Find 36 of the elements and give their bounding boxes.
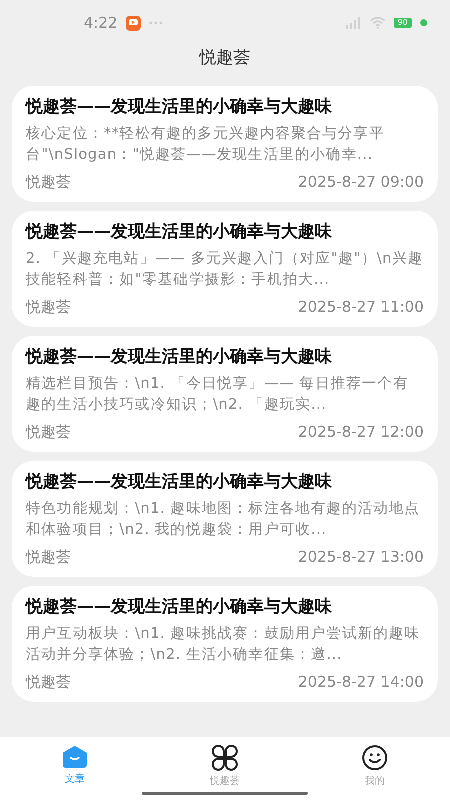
article-summary: 特色功能规划：\n1. 趣味地图：标注各地有趣的活动地点和体验项目；\n2. 我的悦趣袋：用户可收... — [26, 500, 422, 540]
more-icon — [148, 21, 163, 25]
article-summary: 2. 「兴趣充电站」—— 多元兴趣入门（对应"趣"）\n兴趣技能轻科普：如"零基础学摄影：手机拍大... — [26, 250, 424, 290]
article-source: 悦趣荟 — [26, 298, 71, 317]
article-title: 悦趣荟——发现生活里的小确幸与大趣味 — [26, 471, 333, 494]
article-title: 悦趣荟——发现生活里的小确幸与大趣味 — [26, 96, 333, 119]
article-time: 2025-8-27 12:00 — [298, 423, 424, 442]
article-card[interactable]: 悦趣荟——发现生活里的小确幸与大趣味 特色功能规划：\n1. 趣味地图：标注各地有趣的活动地点和体验项目；\n2. 我的悦趣袋：用户可收... 悦趣荟 2025-8-27 13:00 — [12, 461, 438, 577]
article-time: 2025-8-27 11:00 — [298, 298, 424, 317]
article-time: 2025-8-27 13:00 — [298, 548, 424, 567]
article-title: 悦趣荟——发现生活里的小确幸与大趣味 — [26, 596, 333, 619]
article-card[interactable]: 悦趣荟——发现生活里的小确幸与大趣味 2. 「兴趣充电站」—— 多元兴趣入门（对应"趣"）\n兴趣技能轻科普：如"零基础学摄影：手机拍大... 悦趣荟 2025-8-27 11:00 — [12, 211, 438, 327]
signal-icon — [346, 17, 362, 29]
smile-icon — [362, 745, 388, 771]
article-source: 悦趣荟 — [26, 673, 71, 692]
home-icon — [62, 745, 88, 769]
article-time: 2025-8-27 14:00 — [298, 673, 424, 692]
clover-icon — [212, 745, 238, 771]
article-source: 悦趣荟 — [26, 548, 71, 567]
article-time: 2025-8-27 09:00 — [298, 173, 424, 192]
clock: 4:22 — [84, 14, 118, 32]
article-source: 悦趣荟 — [26, 173, 71, 192]
article-title: 悦趣荟——发现生活里的小确幸与大趣味 — [26, 221, 333, 244]
app-icon — [126, 16, 141, 30]
page-title: 悦趣荟 — [200, 47, 250, 69]
article-summary: 核心定位：**轻松有趣的多元兴趣内容聚合与分享平台"\nSlogan："悦趣荟——发现生活里的小确幸... — [26, 124, 386, 165]
article-card[interactable]: 悦趣荟——发现生活里的小确幸与大趣味 用户互动板块：\n1. 趣味挑战赛：鼓励用户尝试新的趣味活动并分享体验；\n2. 生活小确幸征集：邀... 悦趣荟 2025-8-27 14:00 — [12, 586, 438, 702]
article-title: 悦趣荟——发现生活里的小确幸与大趣味 — [26, 346, 333, 369]
article-card[interactable]: 悦趣荟——发现生活里的小确幸与大趣味 精选栏目预告：\n1. 「今日悦享」—— 每日推荐一个有趣的生活小技巧或冷知识；\n2. 「趣玩实... 悦趣荟 2025-8-27 12:00 — [12, 336, 438, 452]
battery-indicator: 90 — [394, 18, 412, 28]
article-source: 悦趣荟 — [26, 423, 71, 442]
article-summary: 用户互动板块：\n1. 趣味挑战赛：鼓励用户尝试新的趣味活动并分享体验；\n2. 生活小确幸征集：邀... — [26, 624, 422, 665]
article-card[interactable]: 悦趣荟——发现生活里的小确幸与大趣味 核心定位：**轻松有趣的多元兴趣内容聚合与分享平台"\nSlogan："悦趣荟——发现生活里的小确幸... 悦趣荟 2025-8-27 09:00 — [12, 86, 438, 202]
article-summary: 精选栏目预告：\n1. 「今日悦享」—— 每日推荐一个有趣的生活小技巧或冷知识；\n2. 「趣玩实... — [26, 374, 410, 415]
wifi-icon — [370, 17, 386, 29]
dot-icon — [420, 19, 428, 27]
